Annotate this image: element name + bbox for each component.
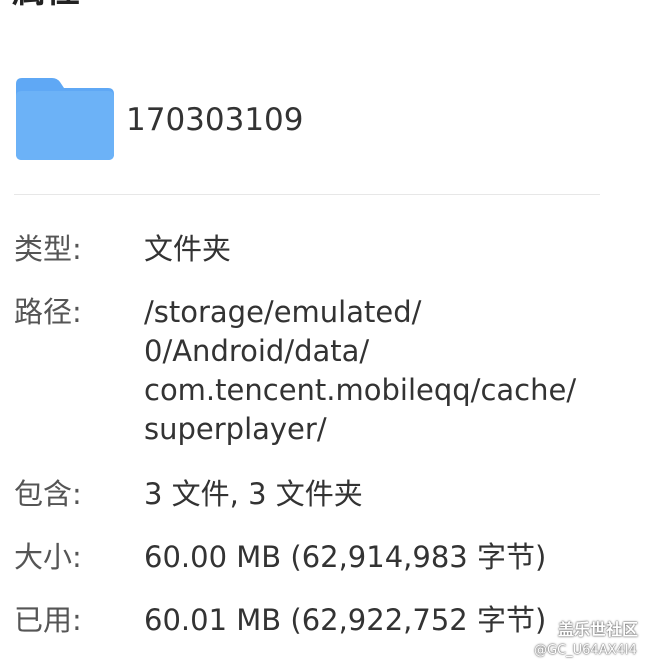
- size-value: 60.00 MB (62,914,983 字节): [144, 540, 547, 574]
- path-label: 路径:: [14, 295, 82, 329]
- used-value: 60.01 MB (62,922,752 字节): [144, 603, 547, 637]
- path-value: /storage/emulated/ 0/Android/data/ com.t…: [144, 292, 624, 448]
- path-line: 0/Android/data/: [144, 334, 370, 368]
- size-label: 大小:: [14, 540, 82, 574]
- type-label: 类型:: [14, 232, 82, 266]
- used-label: 已用:: [14, 603, 82, 637]
- path-line: /storage/emulated/: [144, 295, 422, 329]
- divider: [14, 194, 600, 195]
- folder-icon: [16, 78, 114, 160]
- path-line: superplayer/: [144, 412, 327, 446]
- type-value: 文件夹: [144, 232, 232, 266]
- folder-name: 170303109: [126, 102, 304, 138]
- contains-label: 包含:: [14, 477, 82, 511]
- page-title: 属性: [12, 0, 80, 8]
- watermark-user: @GC_U64AX4I4: [534, 643, 637, 658]
- path-line: com.tencent.mobileqq/cache/: [144, 373, 577, 407]
- contains-value: 3 文件, 3 文件夹: [144, 477, 363, 511]
- watermark-site: 盖乐世社区: [558, 620, 639, 639]
